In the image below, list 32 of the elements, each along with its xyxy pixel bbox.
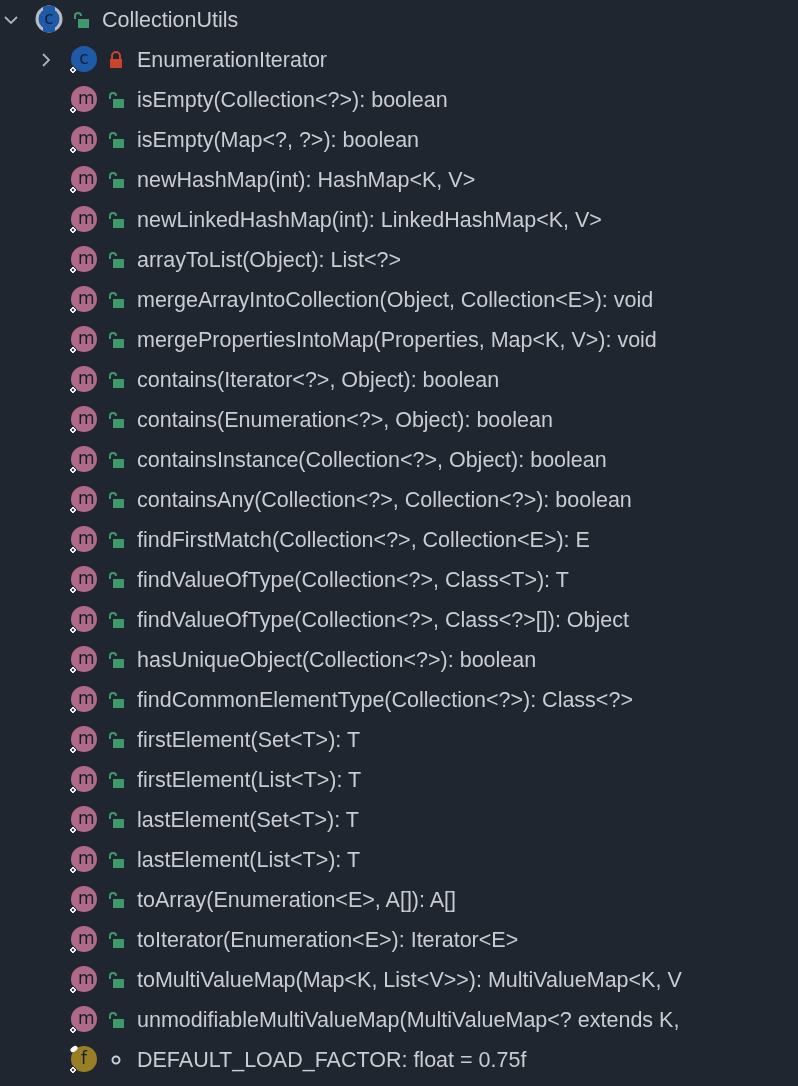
- tree-item-label[interactable]: unmodifiableMultiValueMap(MultiValueMap<? extends K,: [137, 1003, 680, 1037]
- collapse-chevron-icon[interactable]: [4, 13, 18, 27]
- tree-item-label[interactable]: contains(Enumeration<?>, Object): boolean: [137, 403, 553, 437]
- kind-letter: c: [43, 9, 55, 27]
- tree-item-label[interactable]: mergeArrayIntoCollection(Object, Collection<E>): void: [137, 283, 654, 317]
- tree-item-label[interactable]: firstElement(Set<T>): T: [137, 723, 361, 757]
- tree-item-label[interactable]: findFirstMatch(Collection<?>, Collection<E>): E: [137, 523, 590, 557]
- kind-letter: c: [78, 49, 90, 67]
- tree-item-label[interactable]: arrayToList(Object): List<?>: [137, 243, 402, 277]
- tree-item-label[interactable]: isEmpty(Map<?, ?>): boolean: [137, 123, 420, 157]
- tree-item-label[interactable]: EnumerationIterator: [137, 43, 327, 77]
- tree-item-label[interactable]: DEFAULT_LOAD_FACTOR: float = 0.75f: [137, 1043, 527, 1077]
- tree-item-label[interactable]: toMultiValueMap(Map<K, List<V>>): MultiValueMap<K, V: [137, 963, 682, 997]
- tree-item-label[interactable]: containsInstance(Collection<?>, Object): boolean: [137, 443, 607, 477]
- tree-item-label[interactable]: CollectionUtils: [102, 3, 239, 37]
- tree-item-label[interactable]: findValueOfType(Collection<?>, Class<T>): T: [137, 563, 569, 597]
- tree-item-label[interactable]: containsAny(Collection<?>, Collection<?>): boolean: [137, 483, 632, 517]
- tree-item-label[interactable]: contains(Iterator<?>, Object): boolean: [137, 363, 500, 397]
- tree-item-label[interactable]: findCommonElementType(Collection<?>): Class<?>: [137, 683, 633, 717]
- tree-item-label[interactable]: firstElement(List<T>): T: [137, 763, 362, 797]
- expand-chevron-icon[interactable]: [39, 53, 53, 67]
- tree-item-label[interactable]: newHashMap(int): HashMap<K, V>: [137, 163, 476, 197]
- tree-item-label[interactable]: isEmpty(Collection<?>): boolean: [137, 83, 448, 117]
- tree-item-label[interactable]: findValueOfType(Collection<?>, Class<?>[]): Object: [137, 603, 629, 637]
- tree-item-label[interactable]: hasUniqueObject(Collection<?>): boolean: [137, 643, 537, 677]
- kind-letter: f: [80, 1049, 89, 1067]
- tree-item-label[interactable]: lastElement(List<T>): T: [137, 843, 361, 877]
- tree-item-label[interactable]: toArray(Enumeration<E>, A[]): A[]: [137, 883, 457, 917]
- tree-item-label[interactable]: newLinkedHashMap(int): LinkedHashMap<K, V>: [137, 203, 602, 237]
- tree-item-label[interactable]: mergePropertiesIntoMap(Properties, Map<K, V>): void: [137, 323, 657, 357]
- tree-item-label[interactable]: toIterator(Enumeration<E>): Iterator<E>: [137, 923, 519, 957]
- tree-item-label[interactable]: lastElement(Set<T>): T: [137, 803, 359, 837]
